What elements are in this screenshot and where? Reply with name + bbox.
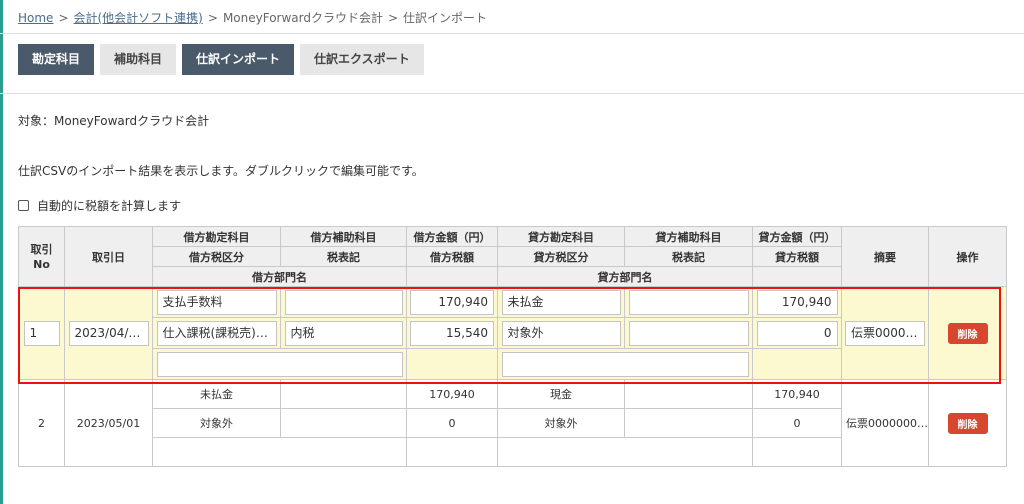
row2-debit-account: 未払金	[152, 379, 281, 409]
row2-credit-amount: 170,940	[752, 379, 842, 409]
row2-debit-amount: 170,940	[406, 379, 498, 409]
target-label: 対象：MoneyFowardクラウド会計	[18, 114, 210, 128]
breadcrumb-divider	[0, 33, 1024, 34]
header-debit-tax: 借方税額	[406, 246, 498, 267]
header-memo: 摘要	[841, 226, 929, 287]
header-credit-account: 貸方勘定科目	[497, 226, 625, 247]
header-credit-tax: 貸方税額	[752, 246, 842, 267]
row2-memo: 伝票0000000…	[841, 379, 929, 467]
tab-journal-import[interactable]: 仕訳インポート	[182, 44, 295, 75]
header-debit-tax-notation: 税表記	[280, 246, 407, 267]
breadcrumb: Home > 会計(他会計ソフト連携) > MoneyForwardクラウド会計 > 仕訳イ…	[18, 11, 488, 25]
row2-credit-account: 現金	[497, 379, 625, 409]
table-row[interactable]: 2 2023/05/01 未払金 170,940 現金 170,940 伝票00…	[18, 379, 1007, 467]
row2-no: 2	[18, 379, 65, 467]
tab-journal-export[interactable]: 仕訳エクスポート	[300, 44, 424, 75]
header-credit-tax-class: 貸方税区分	[497, 246, 625, 267]
header-debit-tax-class: 借方税区分	[152, 246, 281, 267]
row1-memo-input[interactable]: 伝票0000…	[845, 320, 925, 346]
description-text: 仕訳CSVのインポート結果を表示します。ダブルクリックで編集可能です。	[18, 164, 424, 178]
row2-credit-tax-class: 対象外	[497, 408, 625, 438]
header-debit-sub: 借方補助科目	[280, 226, 407, 247]
breadcrumb-current: 仕訳インポート	[403, 11, 488, 25]
table-row[interactable]: 1 2023/04/30 支払手数料 170,940 未払金 170,940 伝…	[18, 286, 1007, 380]
row1-credit-tax-class-input[interactable]: 対象外	[501, 320, 621, 346]
row1-debit-amount-input[interactable]: 170,940	[410, 289, 494, 315]
row2-delete-button[interactable]: 削除	[947, 412, 988, 434]
row1-credit-tax-input[interactable]: 0	[756, 320, 838, 346]
breadcrumb-section-link[interactable]: 会計(他会計ソフト連携)	[74, 11, 203, 25]
row1-date-input[interactable]: 2023/04/30	[68, 320, 149, 346]
header-debit-account: 借方勘定科目	[152, 226, 281, 247]
row1-debit-dept-input[interactable]	[156, 351, 403, 377]
row1-debit-tax-class-input[interactable]: 仕入課税(課税売)…	[156, 320, 277, 346]
header-debit-dept: 借方部門名	[152, 266, 407, 287]
row1-credit-sub-input[interactable]	[628, 289, 749, 315]
row2-debit-dept	[152, 437, 407, 467]
tab-sub-accounts[interactable]: 補助科目	[100, 44, 177, 75]
row2-credit-tax: 0	[752, 408, 842, 438]
auto-tax-checkbox[interactable]	[18, 200, 29, 211]
row1-debit-tax-notation-input[interactable]: 内税	[284, 320, 403, 346]
row2-debit-tax-notation	[280, 408, 407, 438]
header-date: 取引日	[64, 226, 153, 287]
row1-no-input[interactable]: 1	[23, 320, 60, 346]
row2-debit-sub	[280, 379, 407, 409]
header-credit-dept: 貸方部門名	[497, 266, 753, 287]
header-action: 操作	[928, 226, 1007, 287]
row2-debit-tax: 0	[406, 408, 498, 438]
tab-account-titles[interactable]: 勘定科目	[18, 44, 95, 75]
row1-debit-account-input[interactable]: 支払手数料	[156, 289, 277, 315]
left-accent-bar	[0, 0, 3, 504]
row1-credit-account-input[interactable]: 未払金	[501, 289, 621, 315]
auto-tax-label: 自動的に税額を計算します	[37, 199, 182, 213]
row1-delete-button[interactable]: 削除	[947, 322, 988, 344]
tab-bar: 勘定科目 補助科目 仕訳インポート 仕訳エクスポート	[18, 44, 430, 75]
tab-divider	[0, 93, 1024, 94]
row2-date: 2023/05/01	[64, 379, 153, 467]
auto-tax-option[interactable]: 自動的に税額を計算します	[18, 197, 181, 214]
row1-debit-tax-input[interactable]: 15,540	[410, 320, 494, 346]
row2-credit-sub	[624, 379, 753, 409]
row1-credit-tax-notation-input[interactable]	[628, 320, 749, 346]
header-no: 取引No	[18, 226, 65, 287]
header-credit-tax-notation: 税表記	[624, 246, 753, 267]
journal-table: 取引No 取引日 借方勘定科目 借方補助科目 借方金額（円） 貸方勘定科目 貸方…	[18, 226, 1007, 467]
header-credit-amount: 貸方金額（円）	[752, 226, 842, 247]
header-credit-sub: 貸方補助科目	[624, 226, 753, 247]
row1-credit-dept-input[interactable]	[501, 351, 749, 377]
breadcrumb-app: MoneyForwardクラウド会計	[222, 11, 383, 25]
row2-credit-tax-notation	[624, 408, 753, 438]
row2-debit-tax-class: 対象外	[152, 408, 281, 438]
header-debit-amount: 借方金額（円）	[406, 226, 498, 247]
row1-credit-amount-input[interactable]: 170,940	[756, 289, 838, 315]
row2-credit-dept	[497, 437, 753, 467]
breadcrumb-home-link[interactable]: Home	[18, 11, 53, 25]
row1-debit-sub-input[interactable]	[284, 289, 403, 315]
